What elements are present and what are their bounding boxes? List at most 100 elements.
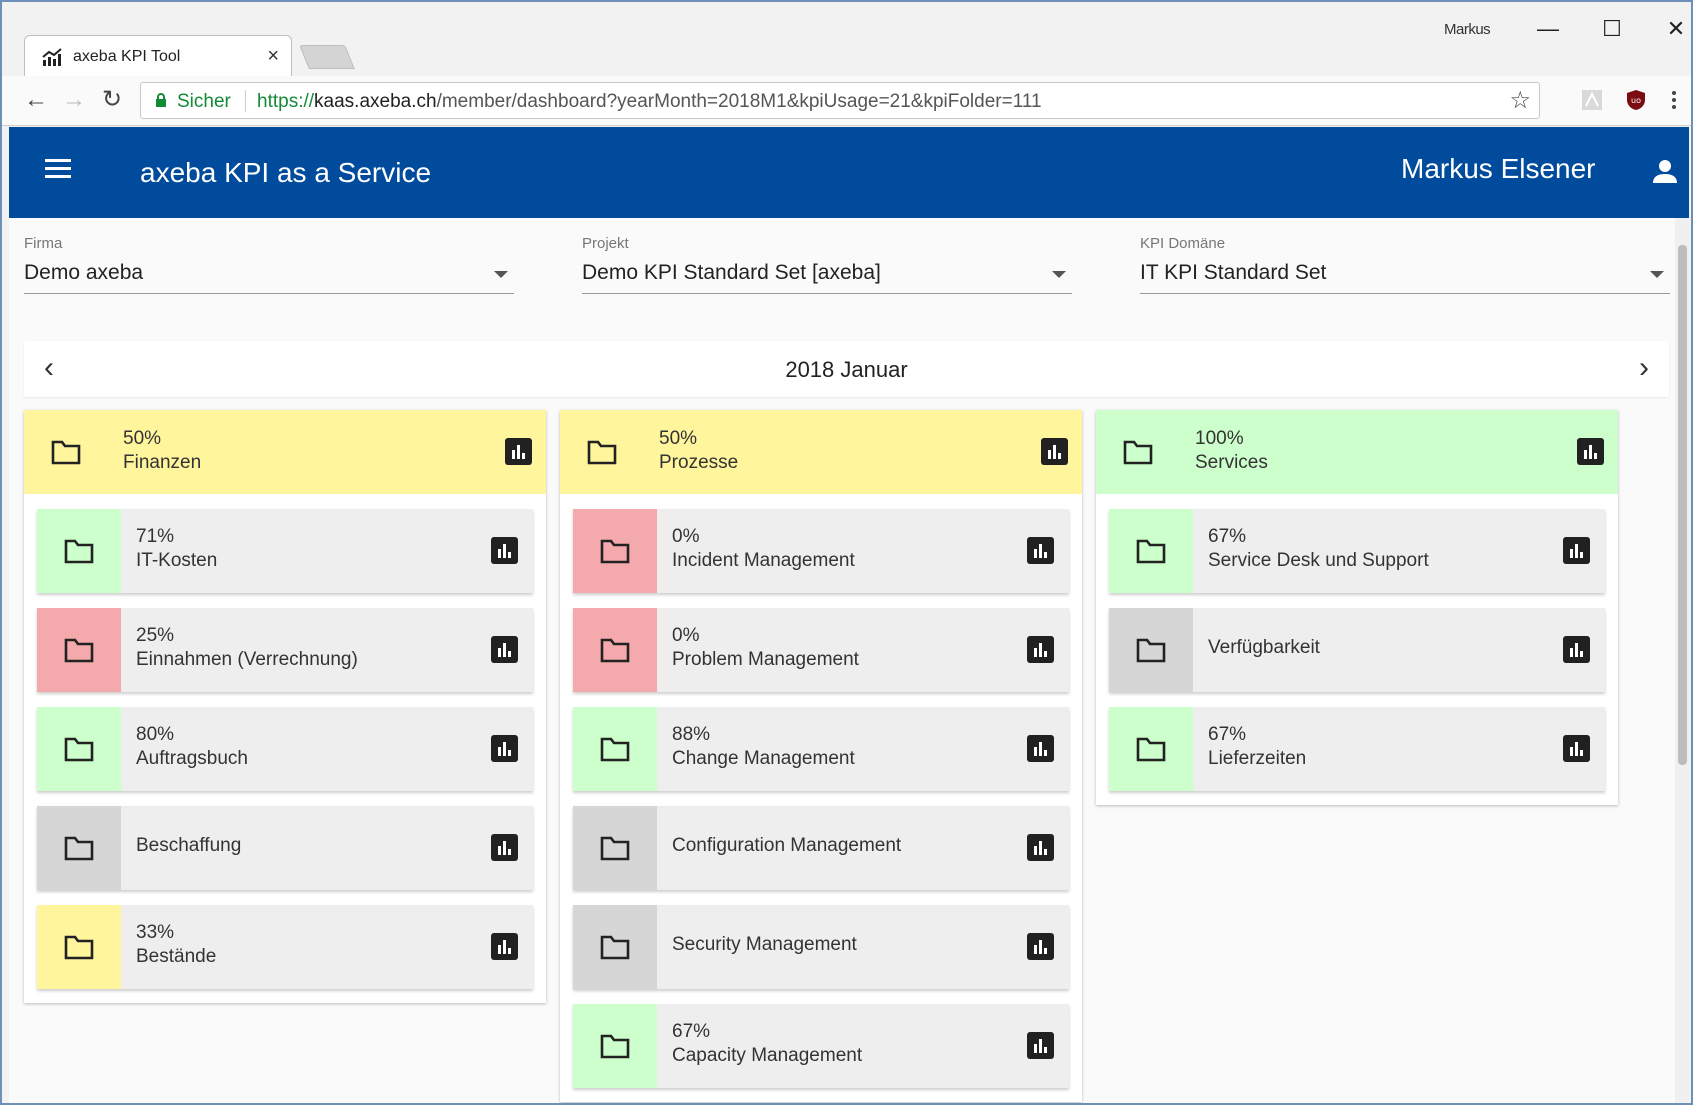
- subfolder-percentage: 88%: [672, 724, 711, 745]
- bar-chart-icon[interactable]: [1563, 735, 1590, 762]
- bar-chart-icon[interactable]: [491, 537, 518, 564]
- lock-icon: [156, 93, 166, 107]
- field-underline: [582, 293, 1072, 294]
- kpi-subfolder-card[interactable]: Security Management: [573, 905, 1069, 989]
- secure-label: Sicher: [177, 91, 231, 112]
- browser-tab[interactable]: axeba KPI Tool ×: [24, 35, 292, 77]
- kpi-subfolder-card[interactable]: 67% Lieferzeiten: [1109, 707, 1605, 791]
- tab-close-icon[interactable]: ×: [267, 45, 279, 68]
- kpi-subfolder-card[interactable]: 33% Bestände: [37, 905, 533, 989]
- next-month-chevron-icon[interactable]: ›: [1639, 351, 1649, 385]
- subfolder-name: IT-Kosten: [136, 550, 218, 571]
- folder-icon: [51, 439, 81, 465]
- kpi-domaene-value: IT KPI Standard Set: [1140, 261, 1327, 284]
- bar-chart-icon[interactable]: [1027, 735, 1054, 762]
- reload-icon[interactable]: ↻: [98, 86, 126, 114]
- folder-percentage: 50%: [123, 428, 162, 449]
- projekt-select[interactable]: Projekt Demo KPI Standard Set [axeba]: [582, 225, 1072, 295]
- pdf-extension-icon[interactable]: [1580, 88, 1604, 112]
- bar-chart-icon[interactable]: [1027, 1032, 1054, 1059]
- address-bar[interactable]: Sicher https://kaas.axeba.ch/member/dash…: [140, 82, 1540, 119]
- folder-icon: [64, 835, 94, 861]
- status-indicator: [573, 707, 657, 791]
- kpi-subfolder-card[interactable]: Verfügbarkeit: [1109, 608, 1605, 692]
- folder-icon: [1136, 538, 1166, 564]
- user-account-icon[interactable]: [1651, 157, 1679, 185]
- kpi-subfolder-card[interactable]: Beschaffung: [37, 806, 533, 890]
- kpi-subfolder-card[interactable]: 25% Einnahmen (Verrechnung): [37, 608, 533, 692]
- bar-chart-icon[interactable]: [1027, 636, 1054, 663]
- browser-window: axeba KPI Tool × Markus — ☐ ✕ ← → ↻ Sich…: [0, 0, 1693, 1105]
- kpi-subfolder-card[interactable]: 71% IT-Kosten: [37, 509, 533, 593]
- status-indicator: [37, 509, 121, 593]
- bar-chart-icon[interactable]: [491, 933, 518, 960]
- folder-icon: [1136, 637, 1166, 663]
- bar-chart-icon[interactable]: [1027, 537, 1054, 564]
- projekt-value: Demo KPI Standard Set [axeba]: [582, 261, 881, 284]
- folder-icon: [600, 637, 630, 663]
- bar-chart-icon[interactable]: [1041, 438, 1068, 465]
- app-title: axeba KPI as a Service: [140, 157, 432, 188]
- bar-chart-icon[interactable]: [491, 636, 518, 663]
- folder-icon: [64, 736, 94, 762]
- forward-arrow-icon[interactable]: →: [60, 86, 88, 114]
- status-indicator: [573, 608, 657, 692]
- kpi-subfolder-card[interactable]: 67% Service Desk und Support: [1109, 509, 1605, 593]
- kpi-subfolder-card[interactable]: 0% Incident Management: [573, 509, 1069, 593]
- dropdown-arrow-icon: [1052, 271, 1066, 278]
- column-padding: [24, 989, 546, 1003]
- folder-name: Finanzen: [123, 452, 202, 473]
- url-scheme: https://: [257, 91, 315, 112]
- subfolder-name: Bestände: [136, 946, 217, 967]
- status-indicator: [37, 806, 121, 890]
- kpi-folder-column: 50% Prozesse 0% Incident Management 0% Proble…: [560, 410, 1082, 1102]
- close-window-button[interactable]: ✕: [1656, 14, 1691, 44]
- kpi-subfolder-card[interactable]: 0% Problem Management: [573, 608, 1069, 692]
- bar-chart-icon[interactable]: [1027, 834, 1054, 861]
- bookmark-star-icon[interactable]: ☆: [1509, 86, 1531, 115]
- new-tab-button[interactable]: [299, 45, 355, 69]
- ublock-shield-icon[interactable]: uo: [1624, 88, 1648, 112]
- folder-icon: [600, 934, 630, 960]
- hamburger-menu-icon[interactable]: [45, 159, 71, 181]
- bar-chart-icon[interactable]: [491, 834, 518, 861]
- bar-chart-icon[interactable]: [1563, 537, 1590, 564]
- bar-chart-icon[interactable]: [505, 438, 532, 465]
- title-bar: axeba KPI Tool × Markus — ☐ ✕: [2, 2, 1691, 77]
- kpi-subfolder-card[interactable]: 80% Auftragsbuch: [37, 707, 533, 791]
- back-arrow-icon[interactable]: ←: [22, 86, 50, 114]
- status-indicator: [37, 707, 121, 791]
- subfolder-percentage: 67%: [1208, 526, 1247, 547]
- dropdown-arrow-icon: [494, 271, 508, 278]
- kpi-folder-header[interactable]: 100% Services: [1096, 410, 1618, 494]
- kpi-folder-header[interactable]: 50% Finanzen: [24, 410, 546, 494]
- kpi-folder-column: 100% Services 67% Service Desk und Support V…: [1096, 410, 1618, 805]
- month-label: 2018 Januar: [785, 357, 908, 382]
- field-underline: [1140, 293, 1670, 294]
- more-menu-icon[interactable]: [1670, 88, 1678, 112]
- kpi-folder-header[interactable]: 50% Prozesse: [560, 410, 1082, 494]
- bar-chart-icon[interactable]: [1577, 438, 1604, 465]
- kpi-subfolder-card[interactable]: Configuration Management: [573, 806, 1069, 890]
- folder-icon: [1123, 439, 1153, 465]
- month-navigator: ‹ 2018 Januar ›: [24, 341, 1669, 397]
- kpi-subfolder-card[interactable]: 88% Change Management: [573, 707, 1069, 791]
- projekt-label: Projekt: [582, 235, 629, 252]
- status-indicator: [573, 1004, 657, 1088]
- url-text[interactable]: https://kaas.axeba.ch/member/dashboard?y…: [257, 91, 1042, 113]
- firma-select[interactable]: Firma Demo axeba: [24, 225, 514, 295]
- kpi-domaene-select[interactable]: KPI Domäne IT KPI Standard Set: [1140, 225, 1670, 295]
- scrollbar-thumb[interactable]: [1678, 245, 1687, 765]
- bar-chart-icon[interactable]: [1027, 933, 1054, 960]
- minimize-button[interactable]: —: [1528, 14, 1568, 44]
- user-name[interactable]: Markus Elsener: [1401, 153, 1596, 185]
- maximize-button[interactable]: ☐: [1592, 14, 1632, 44]
- kpi-subfolder-card[interactable]: 67% Capacity Management: [573, 1004, 1069, 1088]
- bar-chart-icon[interactable]: [1563, 636, 1590, 663]
- status-indicator: [1109, 608, 1193, 692]
- folder-icon: [1136, 736, 1166, 762]
- subfolder-name: Auftragsbuch: [136, 748, 248, 769]
- kpi-domaene-label: KPI Domäne: [1140, 235, 1226, 252]
- subfolder-name: Verfügbarkeit: [1208, 637, 1320, 658]
- bar-chart-icon[interactable]: [491, 735, 518, 762]
